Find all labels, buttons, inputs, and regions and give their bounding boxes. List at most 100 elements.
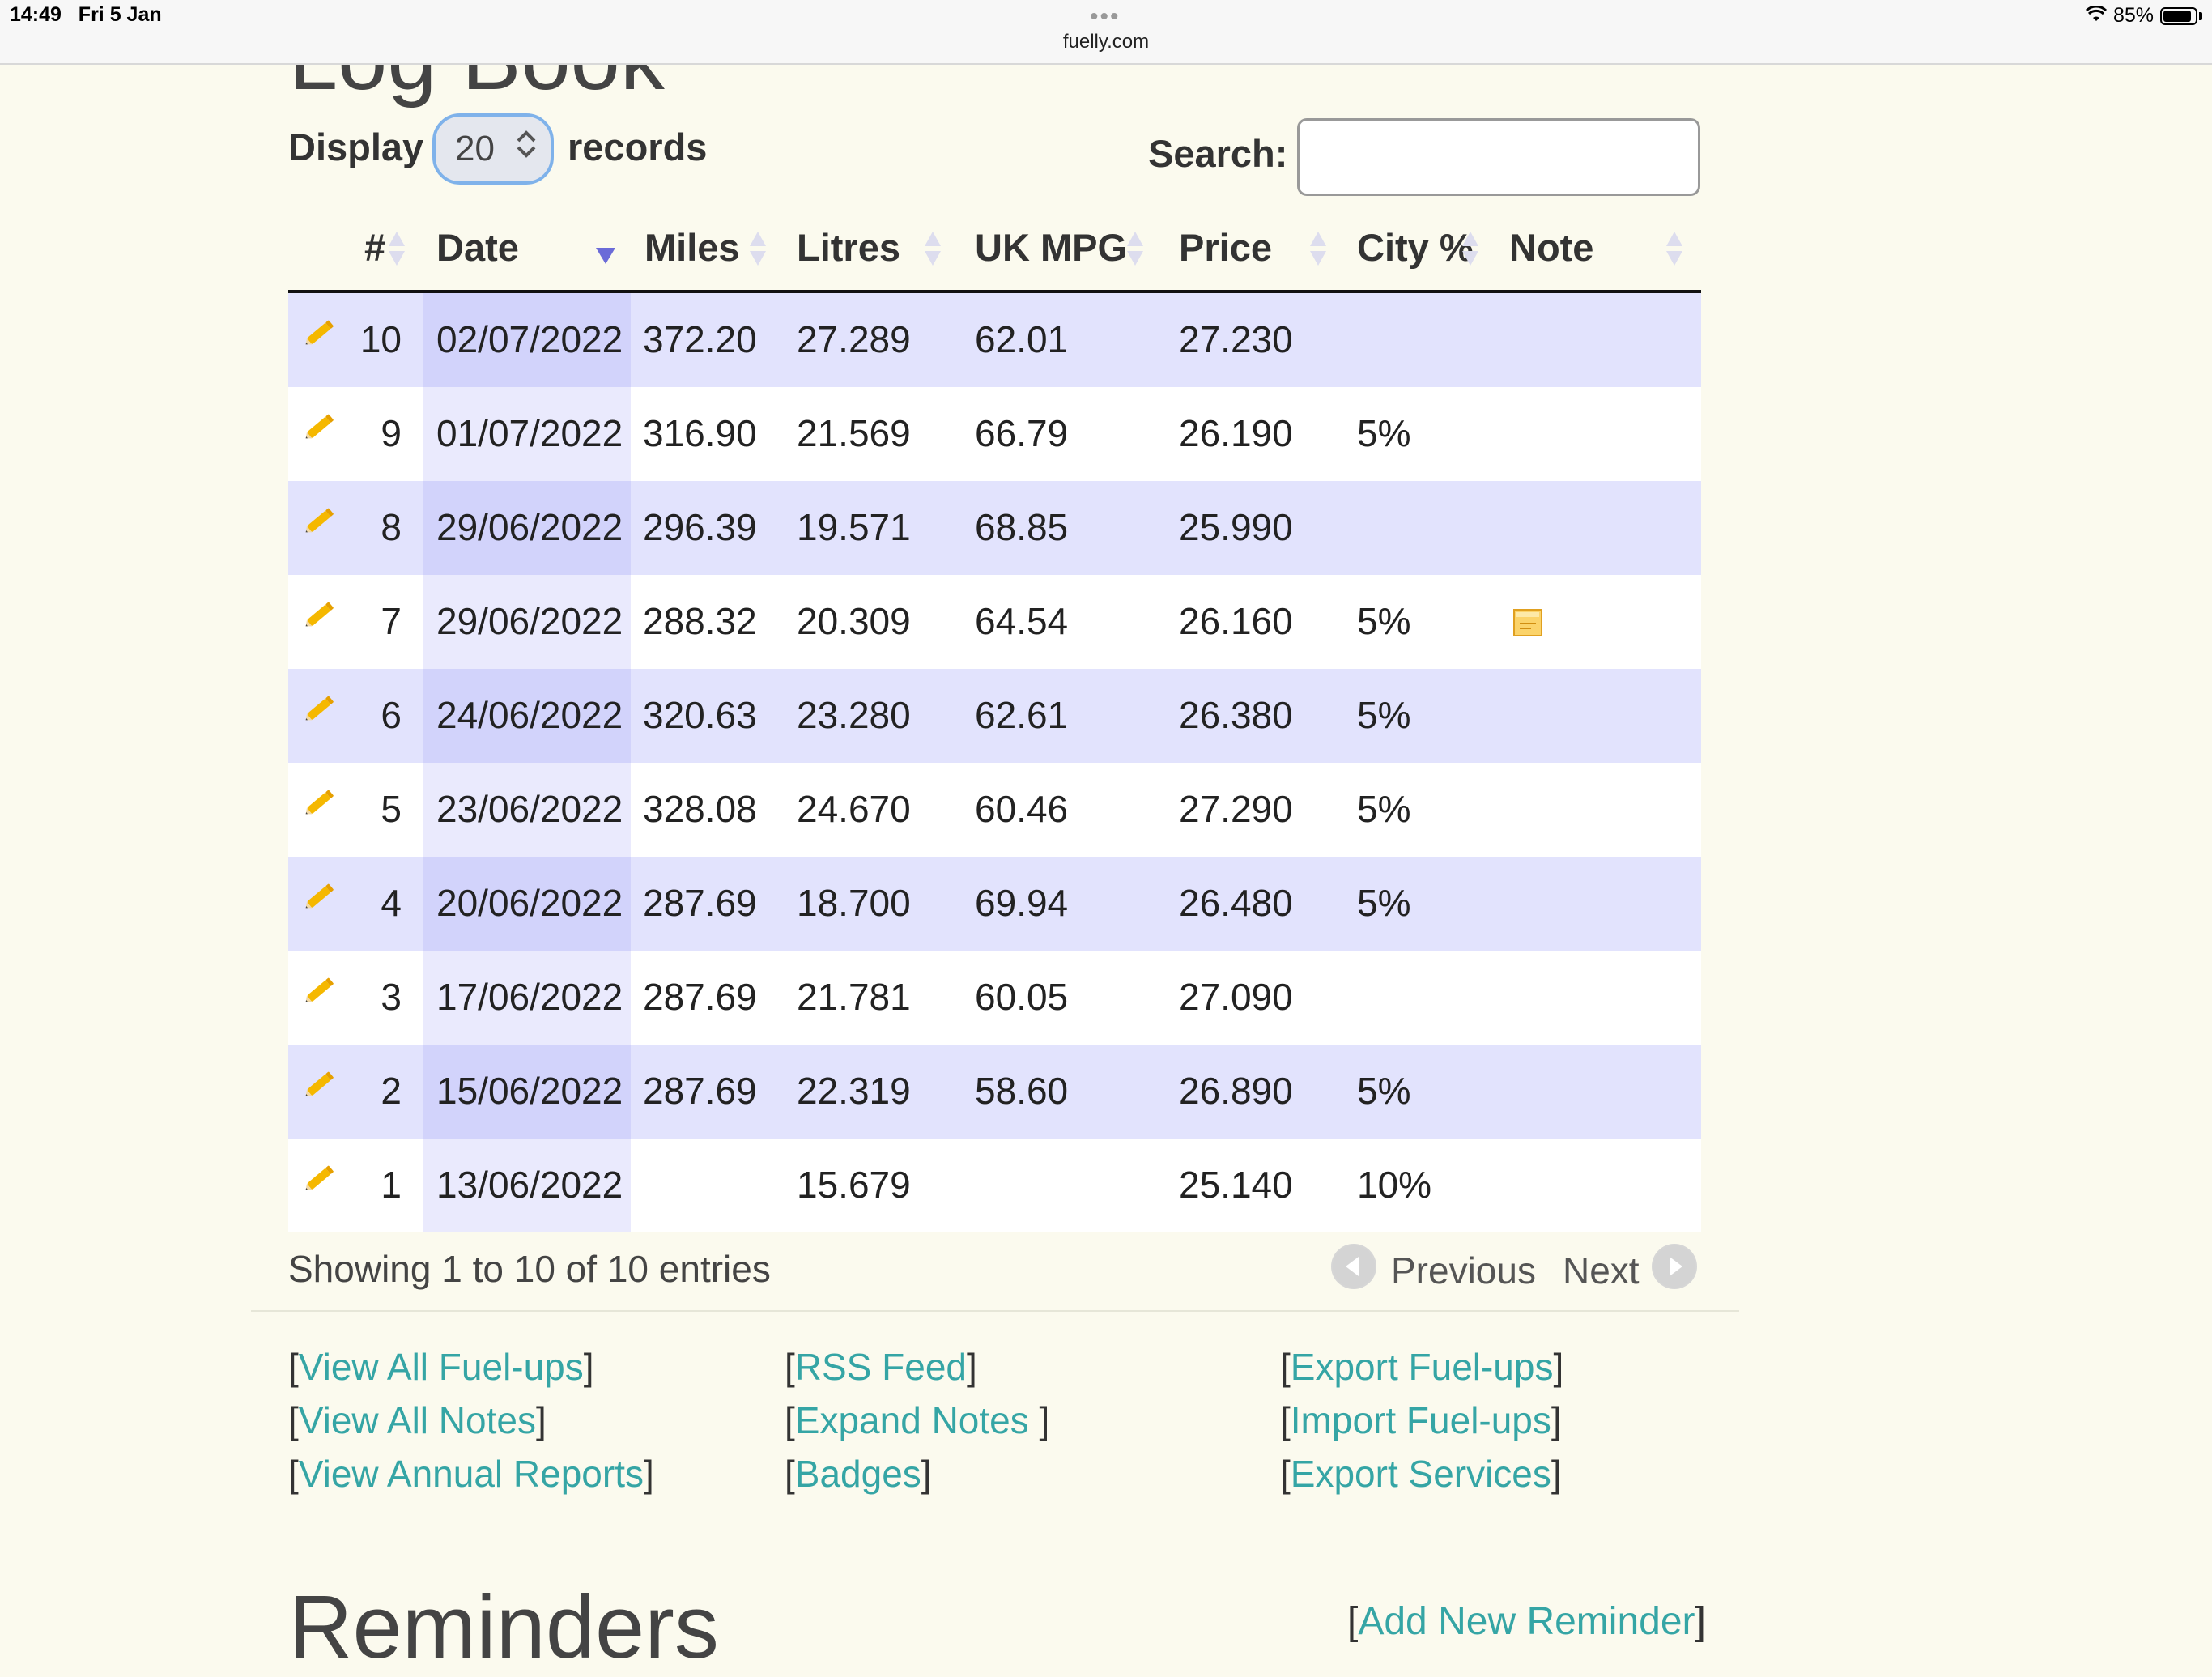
sort-icon[interactable] (1666, 232, 1682, 269)
battery-percent: 85% (2112, 4, 2154, 27)
sort-icon[interactable] (1462, 232, 1478, 269)
row-number: 10 (359, 318, 402, 360)
table-row: 8 29/06/2022 296.39 19.571 68.85 25.990 (288, 481, 1701, 575)
row-uk-mpg: 60.05 (975, 976, 1069, 1018)
records-per-page-select[interactable]: 20 (432, 113, 554, 185)
note-icon[interactable] (1513, 609, 1542, 636)
header-miles[interactable]: Miles (644, 225, 740, 270)
row-litres: 21.569 (797, 412, 911, 454)
row-date: 15/06/2022 (436, 1070, 623, 1112)
wifi-icon (2085, 3, 2108, 28)
row-price: 25.140 (1179, 1164, 1293, 1206)
row-number: 1 (381, 1164, 402, 1206)
table-row: 7 29/06/2022 288.32 20.309 64.54 26.160 5% (288, 575, 1701, 669)
row-number: 9 (381, 412, 402, 454)
row-city-percent: 10% (1357, 1164, 1432, 1206)
sort-icon[interactable] (925, 232, 941, 269)
row-litres: 20.309 (797, 600, 911, 642)
links-column-3: [Export Fuel-ups] [Import Fuel-ups] [Exp… (1280, 1346, 1564, 1495)
row-miles: 316.90 (643, 412, 757, 454)
previous-arrow-icon[interactable] (1331, 1244, 1376, 1289)
row-city-percent: 5% (1357, 1070, 1411, 1112)
row-date: 02/07/2022 (436, 318, 623, 360)
row-price: 26.380 (1179, 694, 1293, 736)
add-reminder-wrapper: [Add New Reminder] (1347, 1600, 1706, 1643)
search-label: Search: (1148, 132, 1288, 175)
row-date: 17/06/2022 (436, 976, 623, 1018)
more-dots-icon[interactable]: ••• (1090, 3, 1121, 31)
address-bar-url[interactable]: fuelly.com (0, 31, 2212, 53)
row-date: 13/06/2022 (436, 1164, 623, 1206)
row-miles: 320.63 (643, 694, 757, 736)
add-new-reminder-link[interactable]: Add New Reminder (1358, 1600, 1695, 1643)
table-header: # Date Miles Litres UK MPG Price City % … (288, 209, 1701, 293)
row-price: 26.890 (1179, 1070, 1293, 1112)
row-number: 2 (381, 1070, 402, 1112)
divider (251, 1310, 1739, 1312)
header-price[interactable]: Price (1179, 225, 1272, 270)
row-price: 26.160 (1179, 600, 1293, 642)
row-litres: 27.289 (797, 318, 911, 360)
sort-icon[interactable] (389, 232, 405, 269)
row-litres: 22.319 (797, 1070, 911, 1112)
link-expand-notes[interactable]: Expand Notes (795, 1399, 1040, 1441)
link-badges[interactable]: Badges (795, 1453, 921, 1495)
row-price: 27.230 (1179, 318, 1293, 360)
header-uk-mpg[interactable]: UK MPG (975, 225, 1127, 270)
search-input[interactable] (1297, 118, 1700, 196)
row-number: 3 (381, 976, 402, 1018)
links-column-1: [View All Fuel-ups] [View All Notes] [Vi… (288, 1346, 654, 1495)
link-view-all-notes[interactable]: View All Notes (299, 1399, 536, 1441)
status-time: 14:49 Fri 5 Jan (10, 3, 162, 26)
next-button[interactable]: Next (1563, 1249, 1640, 1292)
table-row: 2 15/06/2022 287.69 22.319 58.60 26.890 5% (288, 1045, 1701, 1139)
link-view-all-fuel-ups[interactable]: View All Fuel-ups (299, 1346, 584, 1388)
next-arrow-icon[interactable] (1652, 1244, 1697, 1289)
row-uk-mpg: 69.94 (975, 882, 1069, 924)
link-export-fuel-ups[interactable]: Export Fuel-ups (1291, 1346, 1554, 1388)
links-column-2: [RSS Feed] [Expand Notes ] [Badges] (785, 1346, 1050, 1495)
table-row: 3 17/06/2022 287.69 21.781 60.05 27.090 (288, 951, 1701, 1045)
battery-icon (2160, 6, 2197, 25)
row-price: 26.190 (1179, 412, 1293, 454)
row-uk-mpg: 62.61 (975, 694, 1069, 736)
link-export-services[interactable]: Export Services (1291, 1453, 1551, 1495)
table-row: 4 20/06/2022 287.69 18.700 69.94 26.480 5% (288, 857, 1701, 951)
sort-desc-icon[interactable] (596, 248, 615, 264)
row-litres: 18.700 (797, 882, 911, 924)
browser-status-bar: 14:49 Fri 5 Jan ••• fuelly.com 85% (0, 0, 2212, 65)
link-view-annual-reports[interactable]: View Annual Reports (299, 1453, 644, 1495)
row-price: 26.480 (1179, 882, 1293, 924)
sort-icon[interactable] (1310, 232, 1326, 269)
row-miles: 328.08 (643, 788, 757, 830)
table-row: 9 01/07/2022 316.90 21.569 66.79 26.190 5% (288, 387, 1701, 481)
row-price: 27.290 (1179, 788, 1293, 830)
header-note[interactable]: Note (1509, 225, 1593, 270)
row-miles: 287.69 (643, 976, 757, 1018)
row-number: 7 (381, 600, 402, 642)
link-rss-feed[interactable]: RSS Feed (795, 1346, 967, 1388)
table-info: Showing 1 to 10 of 10 entries (288, 1248, 771, 1290)
row-date: 20/06/2022 (436, 882, 623, 924)
row-number: 6 (381, 694, 402, 736)
previous-button[interactable]: Previous (1391, 1249, 1536, 1292)
row-city-percent: 5% (1357, 600, 1411, 642)
row-litres: 24.670 (797, 788, 911, 830)
header-number[interactable]: # (364, 225, 385, 270)
row-litres: 15.679 (797, 1164, 911, 1206)
header-date[interactable]: Date (436, 225, 519, 270)
row-date: 23/06/2022 (436, 788, 623, 830)
row-city-percent: 5% (1357, 412, 1411, 454)
header-city-percent[interactable]: City % (1357, 225, 1474, 270)
row-number: 4 (381, 882, 402, 924)
table-row: 5 23/06/2022 328.08 24.670 60.46 27.290 5% (288, 763, 1701, 857)
row-litres: 23.280 (797, 694, 911, 736)
row-litres: 19.571 (797, 506, 911, 548)
sort-icon[interactable] (750, 232, 766, 269)
row-miles: 287.69 (643, 882, 757, 924)
row-miles: 288.32 (643, 600, 757, 642)
row-uk-mpg: 66.79 (975, 412, 1069, 454)
link-import-fuel-ups[interactable]: Import Fuel-ups (1291, 1399, 1551, 1441)
header-litres[interactable]: Litres (797, 225, 900, 270)
sort-icon[interactable] (1127, 232, 1143, 269)
